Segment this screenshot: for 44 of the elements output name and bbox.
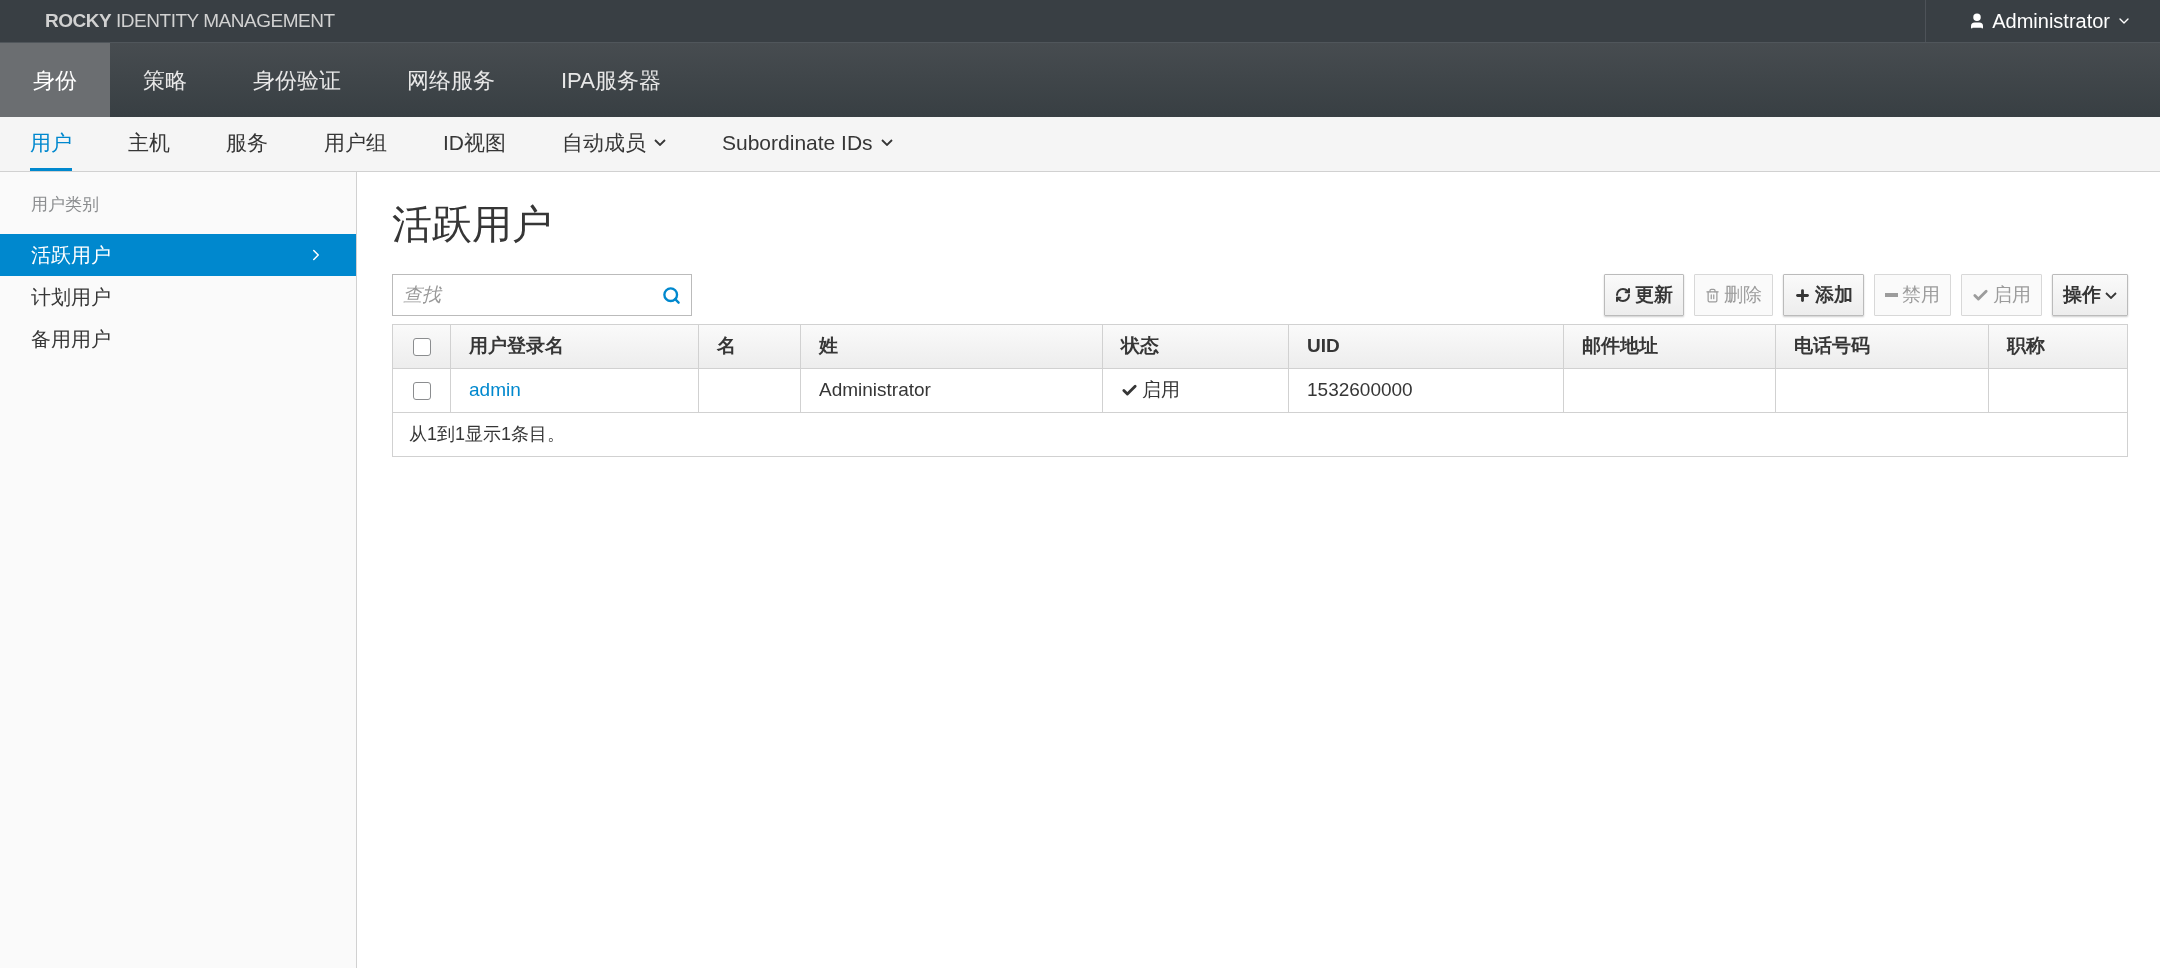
table-cell-text: 1532600000: [1307, 378, 1413, 403]
sidebar-item[interactable]: 计划用户: [0, 275, 356, 318]
column-header[interactable]: 邮件地址: [1564, 325, 1776, 368]
status-text: 启用: [1142, 378, 1180, 403]
column-header[interactable]: UID: [1289, 325, 1564, 368]
column-header[interactable]: 姓: [801, 325, 1103, 368]
main-nav-tab[interactable]: 网络服务: [374, 43, 528, 117]
plus-icon: [1794, 286, 1811, 304]
main-nav-tab[interactable]: IPA服务器: [528, 43, 694, 117]
sidebar-item[interactable]: 备用用户: [0, 317, 356, 360]
check-icon: [1121, 382, 1138, 399]
column-header[interactable]: 职称: [1989, 325, 2127, 368]
column-header[interactable]: 电话号码: [1776, 325, 1989, 368]
sidebar-heading: 用户类别: [30, 194, 100, 216]
sub-nav-tab[interactable]: 用户组: [324, 117, 387, 171]
column-header[interactable]: 状态: [1103, 325, 1289, 368]
toolbar-button[interactable]: 添加: [1783, 274, 1864, 316]
toolbar-button[interactable]: 更新: [1604, 274, 1684, 316]
checkbox[interactable]: [412, 337, 431, 356]
refresh-icon: [1615, 287, 1631, 303]
sub-nav-tab[interactable]: 主机: [128, 117, 170, 171]
search-box[interactable]: 查找: [392, 274, 692, 316]
column-header[interactable]: 名: [699, 325, 801, 368]
column-header[interactable]: 用户登录名: [451, 325, 699, 368]
table-cell-text: Administrator: [819, 378, 931, 403]
sub-nav-tab[interactable]: ID视图: [443, 117, 506, 171]
trash-icon: [1705, 287, 1720, 303]
main-nav-tab[interactable]: 身份: [0, 43, 110, 117]
sub-nav-tab[interactable]: 服务: [226, 117, 268, 171]
caret-icon: [2105, 291, 2117, 299]
toolbar-button[interactable]: 操作: [2052, 274, 2128, 316]
minus-icon: [1885, 293, 1898, 297]
sub-nav-tab[interactable]: Subordinate IDs: [722, 117, 893, 171]
page-title: 活跃用户: [392, 201, 553, 248]
search-icon: [662, 285, 681, 305]
main-nav-tab[interactable]: 策略: [110, 43, 220, 117]
main-nav-tab[interactable]: 身份验证: [220, 43, 374, 117]
user-link[interactable]: admin: [469, 376, 521, 405]
sidebar-item[interactable]: 活跃用户: [0, 233, 356, 276]
brand-logo: ROCKY IDENTITY MANAGEMENT: [45, 8, 335, 33]
search-field[interactable]: 查找: [403, 280, 662, 310]
table-footer: 从1到1显示1条目。: [409, 421, 566, 448]
checkbox[interactable]: [412, 381, 431, 400]
sub-nav-tab[interactable]: 自动成员: [562, 117, 666, 171]
